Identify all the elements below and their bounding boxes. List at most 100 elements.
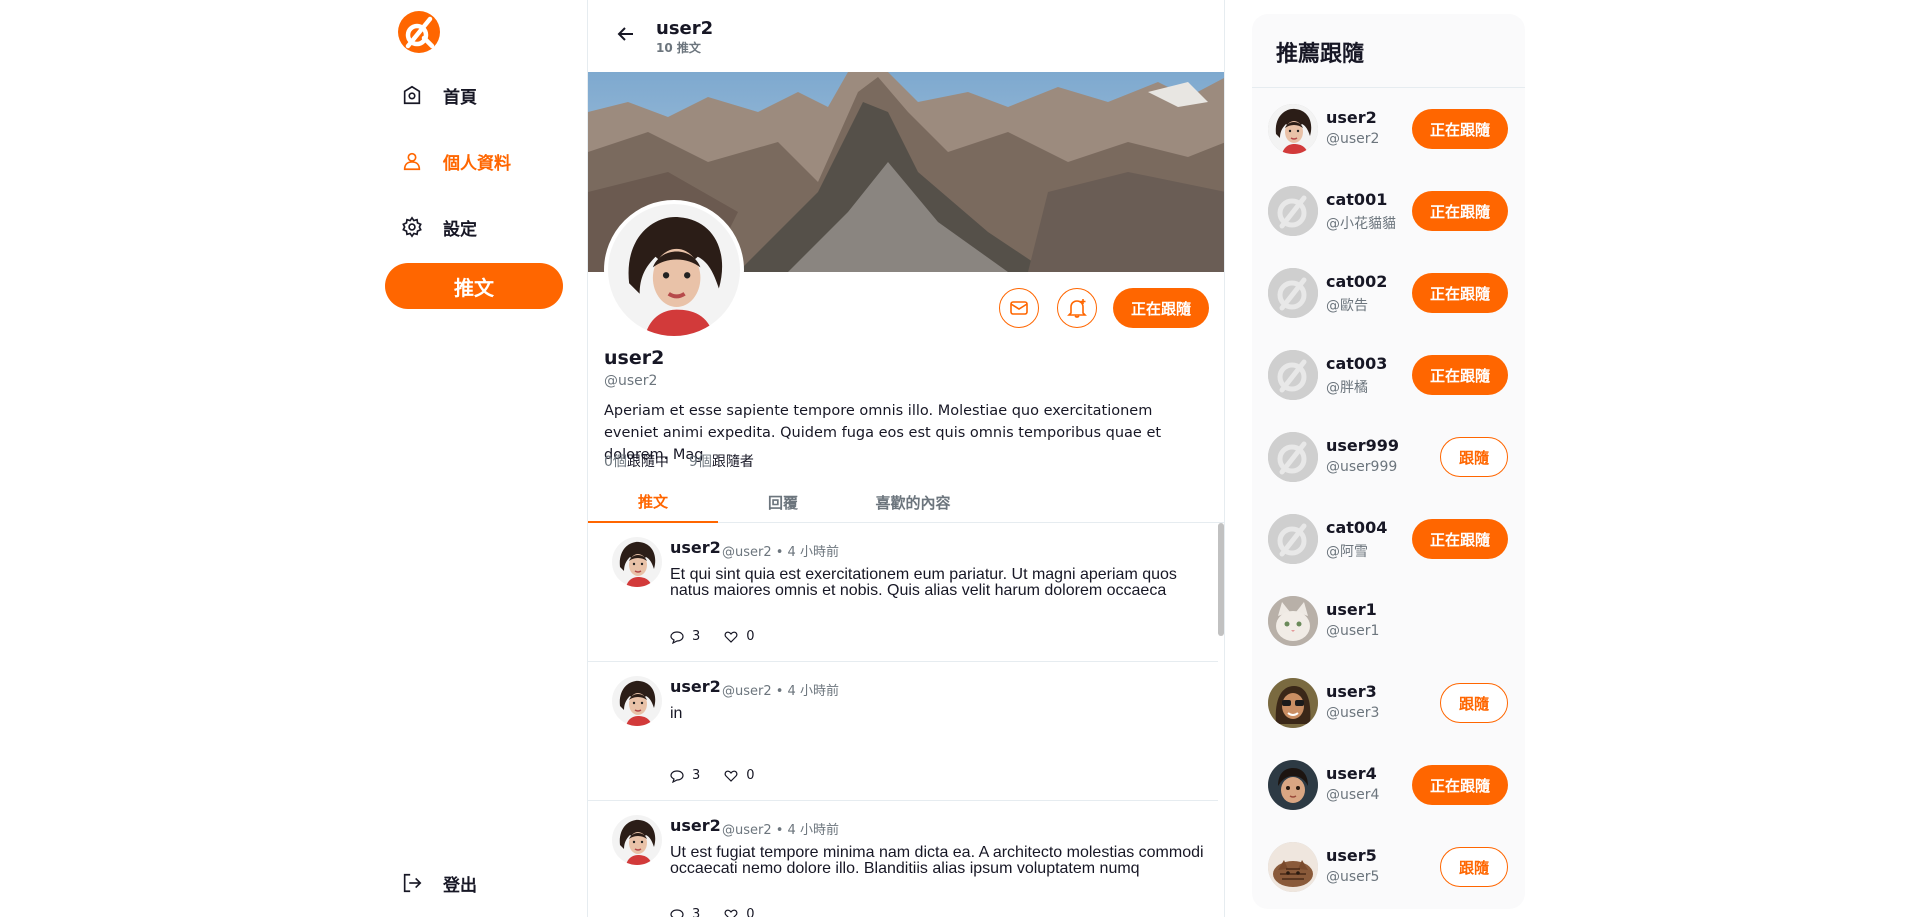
recommend-item[interactable]: cat003 @胖橘 正在跟隨	[1252, 334, 1525, 416]
nav-profile[interactable]: 個人資料	[401, 141, 511, 181]
profile-name: user2	[604, 347, 665, 369]
back-arrow-icon[interactable]	[616, 24, 636, 44]
message-button[interactable]	[999, 288, 1039, 328]
tweet-author: user2	[670, 677, 721, 696]
recommend-item[interactable]: user5 @user5 跟隨	[1252, 826, 1525, 908]
app: 首頁 個人資料 設定 推文 登出 user2 10 推文 正在跟隨 user2 …	[0, 0, 1913, 917]
following-button[interactable]: 正在跟隨	[1412, 273, 1508, 313]
reply-count: 3	[692, 629, 701, 644]
recommend-handle: @user1	[1326, 623, 1380, 639]
recommend-name: user3	[1326, 682, 1377, 701]
heart-icon	[724, 909, 738, 917]
feed-scrollbar[interactable]	[1218, 523, 1224, 636]
recommend-item[interactable]: cat002 @歐告 正在跟隨	[1252, 252, 1525, 334]
gear-icon	[402, 216, 422, 238]
comment-icon	[670, 630, 684, 644]
recommend-name: user1	[1326, 600, 1377, 619]
notify-button[interactable]	[1057, 288, 1097, 328]
recommend-name: cat001	[1326, 190, 1388, 209]
followers-label: 跟隨者	[711, 454, 754, 470]
nav-settings[interactable]: 設定	[401, 207, 477, 247]
recommend-avatar[interactable]	[1268, 842, 1318, 892]
tweet-avatar[interactable]	[612, 537, 662, 587]
recommend-handle: @歐告	[1326, 298, 1368, 314]
recommend-item[interactable]: cat004 @阿雪 正在跟隨	[1252, 498, 1525, 580]
like-action[interactable]: 0	[724, 907, 755, 917]
nav-home-label: 首頁	[443, 87, 477, 108]
tweet-item[interactable]: user2 @user2 • 4 小時前 in 3 0	[588, 662, 1218, 801]
comment-icon	[670, 908, 684, 917]
following-count: 0個	[604, 454, 627, 470]
tweet-item[interactable]: user2 @user2 • 4 小時前 Ut est fugiat tempo…	[588, 801, 1218, 917]
tweet-avatar[interactable]	[612, 815, 662, 865]
recommend-name: user4	[1326, 764, 1377, 783]
logo-icon[interactable]	[397, 10, 441, 54]
following-button[interactable]: 正在跟隨	[1412, 765, 1508, 805]
follow-button[interactable]: 跟隨	[1440, 683, 1508, 723]
reply-action[interactable]: 3	[670, 907, 700, 917]
profile-avatar[interactable]	[604, 200, 744, 340]
following-button[interactable]: 正在跟隨	[1113, 288, 1209, 328]
recommend-name: cat004	[1326, 518, 1388, 537]
tweet-author: user2	[670, 816, 721, 835]
recommend-avatar[interactable]	[1268, 596, 1318, 646]
following-button[interactable]: 正在跟隨	[1412, 355, 1508, 395]
following-stat[interactable]: 0個跟隨中	[604, 451, 669, 471]
nav-logout-label: 登出	[443, 875, 477, 896]
recommend-avatar[interactable]	[1268, 760, 1318, 810]
recommend-item[interactable]: user3 @user3 跟隨	[1252, 662, 1525, 744]
recommend-avatar[interactable]	[1268, 678, 1318, 728]
recommend-panel: 推薦跟隨 user2 @user2 正在跟隨 cat001 @小花貓貓 正在跟隨 cat00…	[1252, 14, 1525, 909]
following-button[interactable]: 正在跟隨	[1412, 109, 1508, 149]
recommend-item[interactable]: user999 @user999 跟隨	[1252, 416, 1525, 498]
following-button[interactable]: 正在跟隨	[1412, 191, 1508, 231]
tweet-item[interactable]: user2 @user2 • 4 小時前 Et qui sint quia es…	[588, 523, 1218, 662]
tweet-author: user2	[670, 538, 721, 557]
reply-count: 3	[692, 768, 701, 783]
nav-home[interactable]: 首頁	[401, 75, 477, 115]
recommend-avatar[interactable]	[1268, 432, 1318, 482]
recommend-handle: @小花貓貓	[1326, 216, 1396, 232]
nav-profile-label: 個人資料	[443, 153, 511, 174]
profile-handle: @user2	[604, 373, 658, 389]
recommend-item[interactable]: user1 @user1	[1252, 580, 1525, 662]
reply-action[interactable]: 3	[670, 768, 700, 783]
home-icon	[403, 85, 421, 105]
like-action[interactable]: 0	[724, 629, 755, 644]
recommend-handle: @阿雪	[1326, 544, 1368, 560]
like-count: 0	[746, 629, 755, 644]
recommend-item[interactable]: user2 @user2 正在跟隨	[1252, 88, 1525, 170]
recommend-avatar[interactable]	[1268, 350, 1318, 400]
tweet-text: Et qui sint quia est exercitationem eum …	[670, 566, 1177, 599]
recommend-handle: @user3	[1326, 705, 1380, 721]
tweet-feed: user2 @user2 • 4 小時前 Et qui sint quia es…	[588, 523, 1224, 917]
recommend-handle: @user2	[1326, 131, 1380, 147]
followers-stat[interactable]: 9個跟隨者	[689, 451, 754, 471]
tweet-button[interactable]: 推文	[385, 263, 563, 309]
nav-settings-label: 設定	[443, 219, 477, 240]
tab-tweets[interactable]: 推文	[588, 481, 718, 523]
follow-button[interactable]: 跟隨	[1440, 847, 1508, 887]
logout-icon	[403, 873, 422, 893]
following-button[interactable]: 正在跟隨	[1412, 519, 1508, 559]
nav-logout[interactable]: 登出	[401, 863, 477, 903]
follow-button[interactable]: 跟隨	[1440, 437, 1508, 477]
recommend-avatar[interactable]	[1268, 514, 1318, 564]
reply-action[interactable]: 3	[670, 629, 700, 644]
tweet-actions: 3 0	[670, 768, 755, 783]
tweet-avatar[interactable]	[612, 676, 662, 726]
profile-main: user2 10 推文 正在跟隨 user2 @user2 Aperiam et…	[587, 0, 1225, 917]
recommend-item[interactable]: cat001 @小花貓貓 正在跟隨	[1252, 170, 1525, 252]
recommend-avatar[interactable]	[1268, 186, 1318, 236]
recommend-item[interactable]: user4 @user4 正在跟隨	[1252, 744, 1525, 826]
comment-icon	[670, 769, 684, 783]
tweet-meta: @user2 • 4 小時前	[722, 545, 839, 560]
tweet-text: Ut est fugiat tempore minima nam dicta e…	[670, 844, 1204, 877]
user-icon	[403, 152, 421, 171]
recommend-avatar[interactable]	[1268, 268, 1318, 318]
recommend-avatar[interactable]	[1268, 104, 1318, 154]
tab-replies[interactable]: 回覆	[718, 481, 848, 523]
recommend-title: 推薦跟隨	[1276, 42, 1365, 67]
tab-likes[interactable]: 喜歡的內容	[848, 481, 978, 523]
like-action[interactable]: 0	[724, 768, 755, 783]
